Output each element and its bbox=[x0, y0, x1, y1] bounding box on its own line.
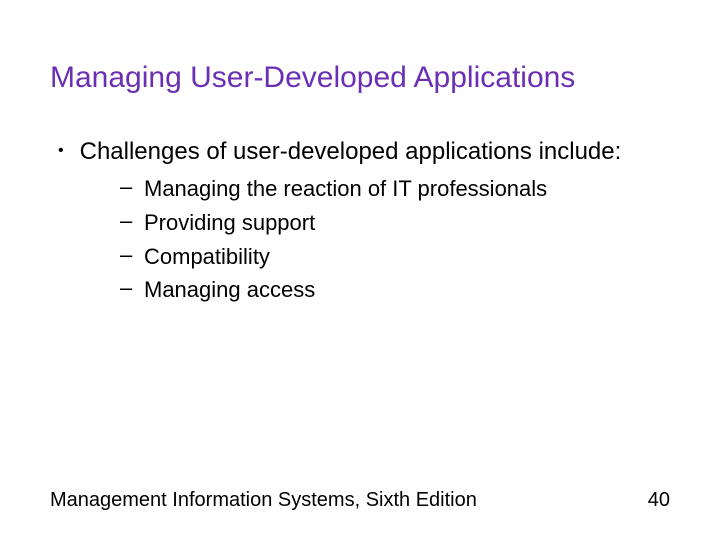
dash-marker-icon: – bbox=[120, 275, 134, 301]
list-item: – Compatibility bbox=[120, 242, 670, 272]
dash-marker-icon: – bbox=[120, 208, 134, 234]
slide-footer: Management Information Systems, Sixth Ed… bbox=[50, 489, 670, 512]
sub-item-text: Managing access bbox=[144, 275, 315, 305]
sub-item-text: Managing the reaction of IT professional… bbox=[144, 174, 547, 204]
sub-list: – Managing the reaction of IT profession… bbox=[58, 174, 670, 305]
bullet-text: Challenges of user-developed application… bbox=[80, 136, 622, 168]
list-item: – Managing access bbox=[120, 275, 670, 305]
page-number: 40 bbox=[648, 489, 670, 512]
sub-item-text: Providing support bbox=[144, 208, 315, 238]
slide-content: • Challenges of user-developed applicati… bbox=[50, 136, 670, 305]
slide: Managing User-Developed Applications • C… bbox=[0, 0, 720, 540]
dash-marker-icon: – bbox=[120, 174, 134, 200]
bullet-marker-icon: • bbox=[58, 142, 64, 160]
footer-text: Management Information Systems, Sixth Ed… bbox=[50, 489, 477, 512]
slide-title: Managing User-Developed Applications bbox=[50, 60, 670, 96]
list-item: – Managing the reaction of IT profession… bbox=[120, 174, 670, 204]
list-item: – Providing support bbox=[120, 208, 670, 238]
dash-marker-icon: – bbox=[120, 242, 134, 268]
bullet-item: • Challenges of user-developed applicati… bbox=[58, 136, 670, 168]
sub-item-text: Compatibility bbox=[144, 242, 270, 272]
